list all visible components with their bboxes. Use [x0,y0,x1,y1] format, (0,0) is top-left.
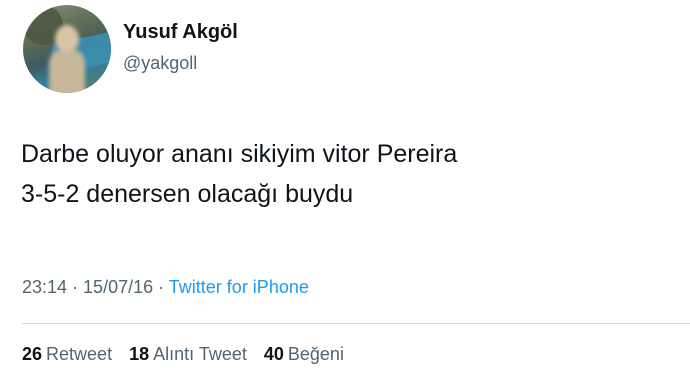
tweet-text: Darbe oluyor ananı sikiyim vitor Pereira… [21,134,671,214]
meta-separator: · [67,277,84,297]
retweets-stat[interactable]: 26 Retweet [22,342,112,366]
retweets-label: Retweet [46,344,113,364]
avatar-person-body [49,49,85,93]
likes-label: Beğeni [287,344,344,364]
tweet-date[interactable]: 15/07/16 [83,277,153,297]
quote-tweets-label: Alıntı Tweet [153,344,247,364]
likes-count: 40 [263,344,284,364]
tweet-meta: 23:14 · 15/07/16 · Twitter for iPhone [22,275,309,299]
tweet-stats: 26 Retweet 18 Alıntı Tweet 40 Beğeni [22,342,356,366]
avatar[interactable] [23,5,111,93]
avatar-person-head [55,25,79,53]
display-name[interactable]: Yusuf Akgöl [123,20,238,44]
likes-stat[interactable]: 40 Beğeni [264,342,344,366]
retweets-count: 26 [22,344,43,364]
quote-tweets-stat[interactable]: 18 Alıntı Tweet [129,342,247,366]
meta-separator-2: · [153,277,169,297]
user-handle[interactable]: @yakgoll [123,52,197,74]
quote-tweets-count: 18 [129,344,150,364]
divider [22,323,690,324]
tweet-text-line-1: Darbe oluyor ananı sikiyim vitor Pereira [21,140,458,168]
tweet-text-line-2: 3-5-2 denersen olacağı buydu [21,180,354,208]
tweet-time[interactable]: 23:14 [22,277,67,297]
tweet-source-link[interactable]: Twitter for iPhone [169,277,309,297]
tweet-card: Yusuf Akgöl @yakgoll Darbe oluyor ananı … [0,0,690,372]
